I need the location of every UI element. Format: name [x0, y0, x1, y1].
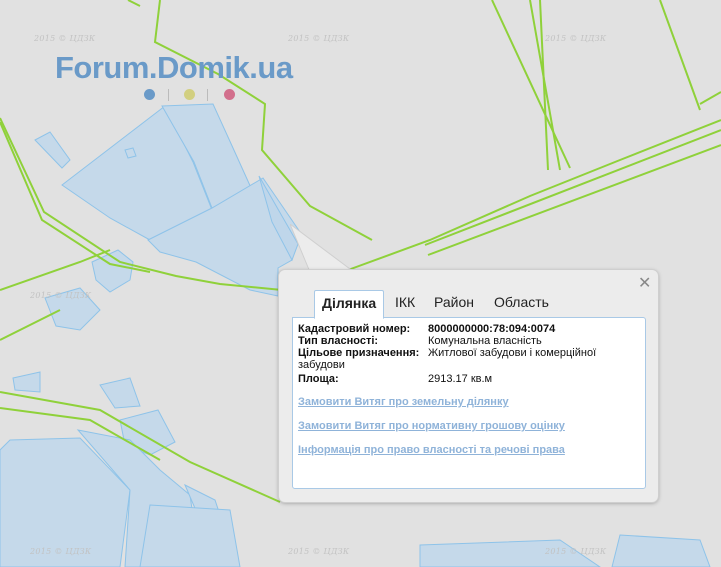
- parcel-details-panel: Кадастровий номер: 8000000000:78:094:007…: [292, 317, 646, 489]
- tab-ikk[interactable]: ІКК: [388, 290, 422, 317]
- watermark: 2015 © ЦДЗК: [545, 34, 607, 43]
- watermark: 2015 © ЦДЗК: [34, 34, 96, 43]
- tab-region[interactable]: Область: [487, 290, 556, 317]
- area-value: 2913.17 кв.м: [428, 373, 493, 385]
- parcel: [139, 504, 241, 567]
- close-icon[interactable]: ✕: [638, 276, 651, 292]
- purpose-label: Цільове призначення:: [298, 347, 420, 359]
- logo-dots: [143, 88, 253, 102]
- watermark: 2015 © ЦДЗК: [288, 547, 350, 556]
- parcel-info-popup: ✕ Ділянка ІКК Район Область Кадастровий …: [279, 270, 658, 502]
- logo-text: Forum.Domik.ua: [55, 50, 293, 85]
- tab-parcel[interactable]: Ділянка: [314, 290, 385, 319]
- purpose-value-continued: забудови: [298, 359, 345, 371]
- site-logo[interactable]: Forum.Domik.ua: [55, 50, 293, 101]
- ownership-info-link[interactable]: Інформація про право власності та речові…: [298, 444, 565, 456]
- tab-district[interactable]: Район: [427, 290, 481, 317]
- purpose-value: Житлової забудови і комерційної: [428, 347, 597, 359]
- purpose-row: Цільове призначення: Житлової забудови і…: [298, 347, 638, 373]
- logo-dot-yellow: [184, 89, 195, 100]
- ownership-value: Комунальна власність: [428, 335, 542, 347]
- logo-dot-blue: [144, 89, 155, 100]
- order-parcel-extract-link[interactable]: Замовити Витяг про земельну ділянку: [298, 396, 509, 408]
- watermark: 2015 © ЦДЗК: [30, 291, 92, 300]
- order-valuation-extract-link[interactable]: Замовити Витяг про нормативну грошову оц…: [298, 420, 565, 432]
- ownership-label: Тип власності:: [298, 335, 379, 347]
- watermark: 2015 © ЦДЗК: [288, 34, 350, 43]
- cadastral-label: Кадастровий номер:: [298, 323, 411, 335]
- logo-separator: [168, 89, 169, 101]
- watermark: 2015 © ЦДЗК: [545, 547, 607, 556]
- parcel: [611, 534, 711, 567]
- logo-separator: [207, 89, 208, 101]
- watermark: 2015 © ЦДЗК: [30, 547, 92, 556]
- popup-pointer: [290, 224, 354, 273]
- logo-dot-pink: [224, 89, 235, 100]
- cadastral-value: 8000000000:78:094:0074: [428, 323, 556, 335]
- area-label: Площа:: [298, 373, 339, 385]
